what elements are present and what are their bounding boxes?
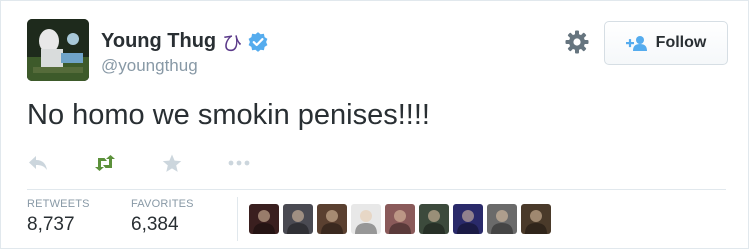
favorites-stat[interactable]: FAVORITES 6,384 — [131, 198, 194, 236]
retweet-icon[interactable] — [94, 153, 116, 173]
star-icon[interactable] — [161, 153, 183, 173]
favoriter-avatar[interactable] — [385, 204, 415, 234]
favorited-by-avatars — [249, 204, 551, 234]
user-handle[interactable]: @youngthug — [101, 56, 198, 76]
retweets-label: RETWEETS — [27, 198, 90, 210]
favoriter-avatar[interactable] — [283, 204, 313, 234]
favorites-label: FAVORITES — [131, 198, 194, 210]
gear-icon[interactable] — [564, 29, 590, 55]
verified-badge-icon — [248, 31, 268, 52]
divider — [27, 189, 726, 190]
favoriter-avatar[interactable] — [419, 204, 449, 234]
favoriter-avatar[interactable] — [317, 204, 347, 234]
stats-separator — [237, 197, 238, 241]
display-name[interactable]: Young Thug — [101, 30, 216, 53]
favoriter-avatar[interactable] — [249, 204, 279, 234]
favoriter-avatar[interactable] — [521, 204, 551, 234]
reply-icon[interactable] — [27, 153, 49, 173]
name-row: Young Thug ひ — [101, 27, 268, 56]
retweets-count: 8,737 — [27, 214, 75, 235]
tweet-text: No homo we smokin penises!!!! — [27, 99, 430, 131]
favoriter-avatar[interactable] — [487, 204, 517, 234]
add-user-icon — [625, 36, 647, 51]
favoriter-avatar[interactable] — [453, 204, 483, 234]
favorites-count: 6,384 — [131, 214, 179, 235]
name-glyph: ひ — [222, 31, 243, 55]
retweets-stat[interactable]: RETWEETS 8,737 — [27, 198, 90, 236]
follow-label: Follow — [655, 34, 707, 51]
favoriter-avatar[interactable] — [351, 204, 381, 234]
tweet-card: Young Thug ひ @youngthug Follow No homo w… — [0, 0, 749, 249]
follow-button[interactable]: Follow — [604, 21, 728, 65]
more-icon[interactable] — [228, 153, 250, 173]
avatar[interactable] — [27, 19, 89, 81]
tweet-actions — [27, 151, 295, 175]
